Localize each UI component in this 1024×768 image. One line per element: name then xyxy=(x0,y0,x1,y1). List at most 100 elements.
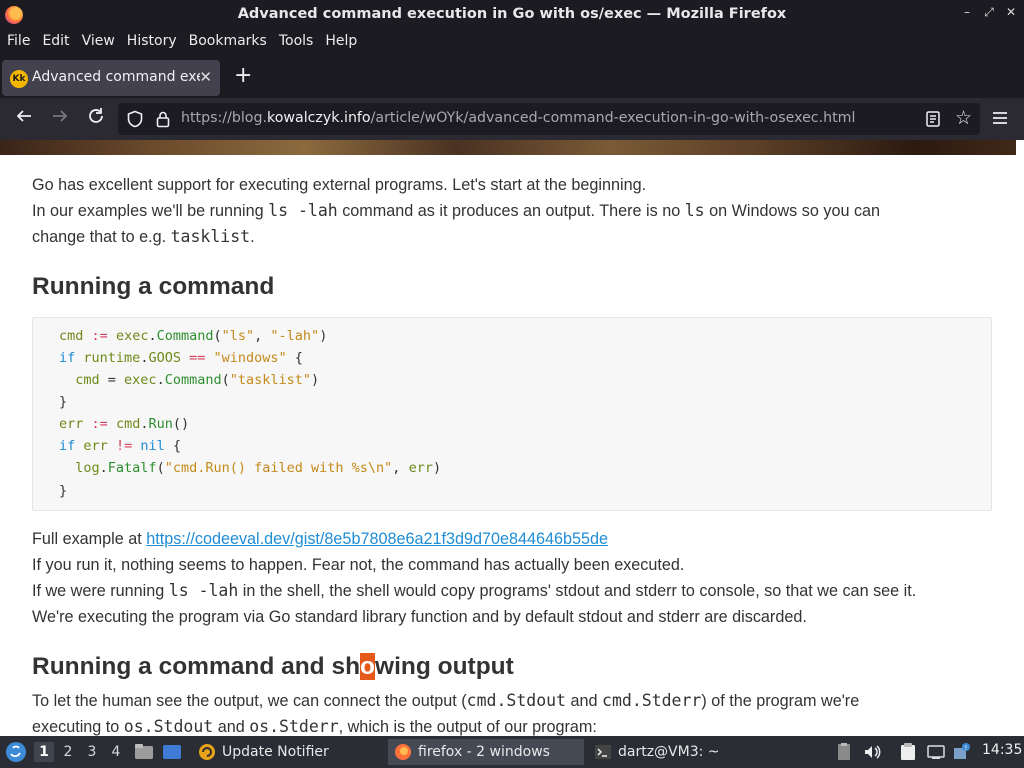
code-line: } xyxy=(59,483,67,499)
text: executing to xyxy=(32,718,124,736)
text: on Windows so you can xyxy=(704,202,881,220)
task-terminal[interactable]: dartz@VM3: ~ xyxy=(588,739,788,765)
menu-bookmarks[interactable]: Bookmarks xyxy=(189,30,267,54)
paragraph-discarded: We're executing the program via Go stand… xyxy=(32,608,807,626)
menu-help[interactable]: Help xyxy=(325,30,357,54)
start-menu-icon[interactable] xyxy=(4,740,28,764)
code-token: err xyxy=(408,460,433,476)
lock-icon[interactable] xyxy=(154,110,172,128)
code-line: if runtime.GOOS == "windows" { xyxy=(59,350,303,366)
code-token: := xyxy=(91,328,108,344)
code-token: err xyxy=(83,438,108,454)
code-line: } xyxy=(59,394,67,410)
paragraph-full-example: Full example at https://codeeval.dev/gis… xyxy=(32,526,608,552)
url-bar[interactable]: https://blog.kowalczyk.info/article/wOYk… xyxy=(118,103,980,135)
notes-tray-icon[interactable] xyxy=(898,742,918,762)
minimize-button[interactable]: – xyxy=(960,5,974,20)
forward-button[interactable] xyxy=(48,107,72,131)
close-window-button[interactable]: ✕ xyxy=(1004,5,1018,20)
text: To let the human see the output, we can … xyxy=(32,692,467,710)
new-tab-button[interactable]: + xyxy=(234,65,252,87)
url-domain: kowalczyk.info xyxy=(267,110,371,126)
firefox-task-icon xyxy=(395,744,411,760)
text: In our examples we'll be running xyxy=(32,202,269,220)
tab-close-icon[interactable]: ✕ xyxy=(199,68,212,86)
navigation-bar: https://blog.kowalczyk.info/article/wOYk… xyxy=(0,98,1024,140)
code-token: () xyxy=(172,416,190,432)
forward-arrow-icon xyxy=(53,110,68,122)
tab-active[interactable]: Kk Advanced command execution in Go with… xyxy=(2,60,220,96)
back-button[interactable] xyxy=(12,107,36,131)
text: change that to e.g. xyxy=(32,228,171,246)
find-highlight: o xyxy=(360,653,376,680)
paragraph-shell: If we were running ls -lah in the shell,… xyxy=(32,578,916,604)
restore-button[interactable]: ⤢ xyxy=(982,5,996,20)
reader-view-icon[interactable] xyxy=(924,110,942,128)
inline-code: ls xyxy=(684,201,705,220)
hamburger-menu-icon[interactable] xyxy=(988,106,1012,130)
window-controls: – ⤢ ✕ xyxy=(960,5,1018,20)
bookmark-star-icon[interactable]: ☆ xyxy=(955,108,972,128)
menu-file[interactable]: File xyxy=(7,30,30,54)
workspace-1[interactable]: 1 xyxy=(34,742,54,762)
task-update-notifier[interactable]: Update Notifier xyxy=(192,739,384,765)
text: in the shell, the shell would copy progr… xyxy=(238,582,917,600)
show-desktop-icon[interactable] xyxy=(162,742,182,762)
code-block: cmd := exec.Command("ls", "-lah") if runt… xyxy=(32,317,992,511)
inline-code: os.Stdout xyxy=(123,717,214,736)
tab-strip: Kk Advanced command execution in Go with… xyxy=(0,56,1024,98)
inline-code: cmd.Stdout xyxy=(466,691,566,710)
text: and xyxy=(566,692,603,710)
code-token: "ls" xyxy=(221,328,255,344)
file-manager-icon[interactable] xyxy=(134,742,154,762)
code-token: "-lah" xyxy=(270,328,320,344)
code-token: = xyxy=(99,372,125,388)
menu-edit[interactable]: Edit xyxy=(42,30,69,54)
network-icon[interactable] xyxy=(926,742,946,762)
tracking-protection-shield-icon[interactable] xyxy=(126,110,144,128)
code-token: Command xyxy=(156,328,214,344)
task-label: firefox - 2 windows xyxy=(418,744,550,760)
code-token: != xyxy=(115,438,133,454)
code-line: cmd = exec.Command("tasklist") xyxy=(59,372,319,388)
code-token: := xyxy=(91,416,108,432)
code-token: , xyxy=(254,328,271,344)
back-arrow-icon xyxy=(16,110,31,122)
task-firefox[interactable]: firefox - 2 windows xyxy=(388,739,584,765)
code-token: cmd xyxy=(115,416,141,432)
code-token: nil xyxy=(140,438,165,454)
code-token: ( xyxy=(221,372,230,388)
menu-tools[interactable]: Tools xyxy=(279,30,314,54)
code-token: . xyxy=(148,328,157,344)
code-line: err := cmd.Run() xyxy=(59,416,189,432)
workspace-3[interactable]: 3 xyxy=(82,742,102,762)
gist-link[interactable]: https://codeeval.dev/gist/8e5b7808e6a21f… xyxy=(146,530,608,548)
url-text[interactable]: https://blog.kowalczyk.info/article/wOYk… xyxy=(181,110,855,126)
workspace-2[interactable]: 2 xyxy=(58,742,78,762)
code-token: "windows" xyxy=(213,350,287,366)
code-token: GOOS xyxy=(148,350,181,366)
taskbar: 1 2 3 4 Update Notifier firefox - 2 wind… xyxy=(0,736,1024,768)
code-line: if err != nil { xyxy=(59,438,181,454)
code-token: , xyxy=(392,460,409,476)
workspace-4[interactable]: 4 xyxy=(106,742,126,762)
reload-button[interactable] xyxy=(84,107,108,131)
url-prefix: https://blog. xyxy=(181,110,267,126)
inline-code: os.Stderr xyxy=(249,717,339,736)
code-token: "cmd.Run() failed with %s\n" xyxy=(164,460,393,476)
inline-code: ls -lah xyxy=(268,201,338,220)
code-token: exec xyxy=(115,328,149,344)
code-token: Command xyxy=(164,372,222,388)
inline-code: tasklist xyxy=(170,227,251,246)
update-tray-icon[interactable]: ! xyxy=(952,742,972,762)
menu-history[interactable]: History xyxy=(127,30,177,54)
code-line: cmd := exec.Command("ls", "-lah") xyxy=(59,328,327,344)
paragraph-tasklist: change that to e.g. tasklist. xyxy=(32,224,255,250)
menu-view[interactable]: View xyxy=(82,30,115,54)
code-token: cmd xyxy=(75,372,100,388)
code-token: ) xyxy=(432,460,442,476)
volume-icon[interactable] xyxy=(862,742,882,762)
clock[interactable]: 14:35 xyxy=(982,742,1022,758)
clipboard-tray-icon[interactable] xyxy=(834,742,854,762)
